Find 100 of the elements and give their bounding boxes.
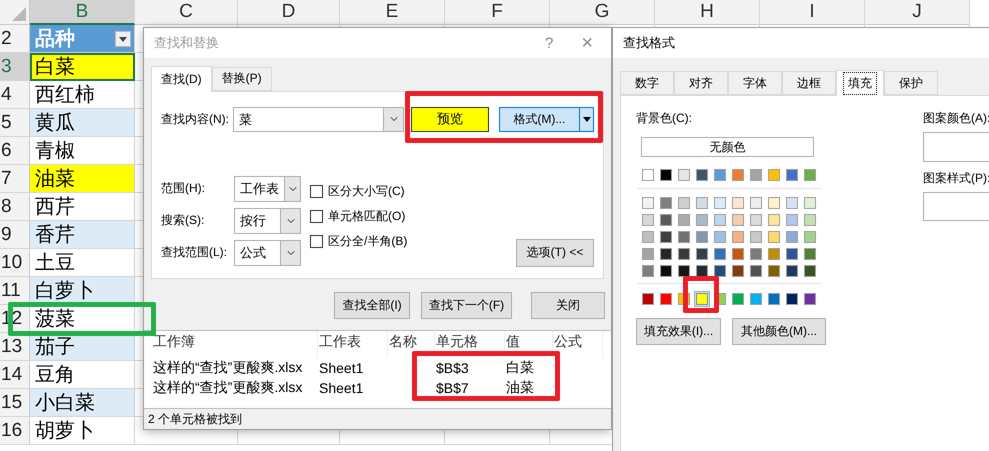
list-cell[interactable]: 油菜 <box>505 378 553 398</box>
color-swatch[interactable] <box>768 214 780 226</box>
column-header[interactable]: B <box>30 0 135 25</box>
color-swatch[interactable] <box>660 230 672 242</box>
color-swatch[interactable] <box>642 248 654 260</box>
color-swatch[interactable] <box>768 230 780 242</box>
color-swatch[interactable] <box>786 168 798 180</box>
row-header[interactable]: 15 <box>0 389 30 417</box>
color-swatch[interactable] <box>642 264 654 276</box>
list-cell[interactable]: Sheet1 <box>318 378 388 398</box>
tab[interactable]: 数字 <box>620 71 674 95</box>
color-swatch[interactable] <box>786 292 798 304</box>
column-header[interactable]: E <box>340 0 445 25</box>
select-all-corner[interactable] <box>0 0 30 25</box>
column-header[interactable]: G <box>550 0 655 25</box>
no-color-button[interactable]: 无颜色 <box>641 137 814 157</box>
color-swatch[interactable] <box>750 196 762 208</box>
pattern-color-dropdown[interactable] <box>923 132 989 162</box>
list-cell[interactable]: 这样的“查找”更酸爽.xlsx <box>152 378 318 398</box>
dropdown[interactable]: 按行 <box>234 208 301 234</box>
row-header[interactable]: 10 <box>0 249 30 277</box>
color-swatch[interactable] <box>732 214 744 226</box>
color-swatch[interactable] <box>678 230 690 242</box>
color-swatch[interactable] <box>696 264 708 276</box>
color-swatch[interactable] <box>678 196 690 208</box>
color-swatch[interactable] <box>642 230 654 242</box>
color-swatch[interactable] <box>678 214 690 226</box>
color-swatch[interactable] <box>714 248 726 260</box>
color-swatch[interactable] <box>786 230 798 242</box>
color-swatch[interactable] <box>660 214 672 226</box>
column-header[interactable]: J <box>865 0 970 25</box>
color-swatch[interactable] <box>804 196 816 208</box>
color-swatch[interactable] <box>660 248 672 260</box>
dialog-button[interactable]: 填充效果(I)... <box>636 318 721 345</box>
color-swatch[interactable] <box>732 196 744 208</box>
row-header[interactable]: 11 <box>0 277 30 305</box>
color-swatch[interactable] <box>660 292 672 304</box>
color-swatch[interactable] <box>714 230 726 242</box>
color-swatch[interactable] <box>732 168 744 180</box>
color-swatch[interactable] <box>678 168 690 180</box>
find-field[interactable]: 菜 <box>233 106 404 132</box>
color-swatch[interactable] <box>786 196 798 208</box>
color-swatch[interactable] <box>732 248 744 260</box>
list-cell[interactable]: 这样的“查找”更酸爽.xlsx <box>152 358 318 378</box>
color-swatch[interactable] <box>804 292 816 304</box>
row-header[interactable]: 7 <box>0 165 30 193</box>
row-header[interactable]: 5 <box>0 109 30 137</box>
color-swatch[interactable] <box>732 264 744 276</box>
row-header[interactable]: 16 <box>0 417 30 445</box>
checkbox[interactable] <box>310 184 323 198</box>
color-swatch[interactable] <box>804 230 816 242</box>
color-swatch[interactable] <box>660 168 672 180</box>
color-swatch[interactable] <box>804 264 816 276</box>
row-header[interactable]: 9 <box>0 221 30 249</box>
color-swatch[interactable] <box>768 248 780 260</box>
tab[interactable]: 字体 <box>728 71 782 95</box>
color-swatch[interactable] <box>714 196 726 208</box>
color-swatch[interactable] <box>786 248 798 260</box>
color-swatch[interactable] <box>750 292 762 304</box>
color-swatch[interactable] <box>714 214 726 226</box>
color-swatch[interactable] <box>660 264 672 276</box>
color-swatch[interactable] <box>750 230 762 242</box>
color-swatch[interactable] <box>696 248 708 260</box>
row-header[interactable]: 3 <box>0 53 30 81</box>
pattern-style-dropdown[interactable] <box>923 192 989 221</box>
dropdown[interactable]: 公式 <box>234 240 301 266</box>
color-swatch[interactable] <box>660 196 672 208</box>
dialog-button[interactable]: 查找全部(I) <box>334 292 410 319</box>
color-swatch[interactable] <box>696 214 708 226</box>
tab[interactable]: 查找(D) <box>151 66 212 92</box>
color-swatch[interactable] <box>786 214 798 226</box>
column-header[interactable]: F <box>445 0 550 25</box>
color-swatch[interactable] <box>678 248 690 260</box>
column-header[interactable]: I <box>760 0 865 25</box>
dropdown[interactable]: 工作表 <box>234 176 301 202</box>
color-swatch[interactable] <box>642 292 654 304</box>
options-button[interactable]: 选项(T) << <box>516 238 594 267</box>
row-header[interactable]: 14 <box>0 361 30 389</box>
column-header[interactable]: H <box>655 0 760 25</box>
list-cell[interactable]: $B$7 <box>435 378 505 398</box>
tab[interactable]: 对齐 <box>674 71 728 95</box>
color-swatch[interactable] <box>804 248 816 260</box>
list-cell[interactable]: 白菜 <box>505 358 553 378</box>
color-swatch[interactable] <box>678 264 690 276</box>
color-swatch[interactable] <box>696 230 708 242</box>
color-swatch[interactable] <box>804 214 816 226</box>
dialog-button[interactable]: 关闭 <box>531 292 605 319</box>
row-header[interactable]: 2 <box>0 25 30 53</box>
color-swatch[interactable] <box>804 168 816 180</box>
color-swatch[interactable] <box>786 264 798 276</box>
color-swatch[interactable] <box>642 168 654 180</box>
color-swatch[interactable] <box>768 292 780 304</box>
checkbox[interactable] <box>310 234 323 248</box>
column-header[interactable]: D <box>238 0 340 25</box>
color-swatch[interactable] <box>694 290 710 306</box>
filter-button[interactable] <box>115 31 131 47</box>
tab[interactable]: 保护 <box>884 71 938 95</box>
color-swatch[interactable] <box>714 168 726 180</box>
dialog-button[interactable]: 查找下一个(F) <box>421 292 512 319</box>
color-swatch[interactable] <box>750 214 762 226</box>
